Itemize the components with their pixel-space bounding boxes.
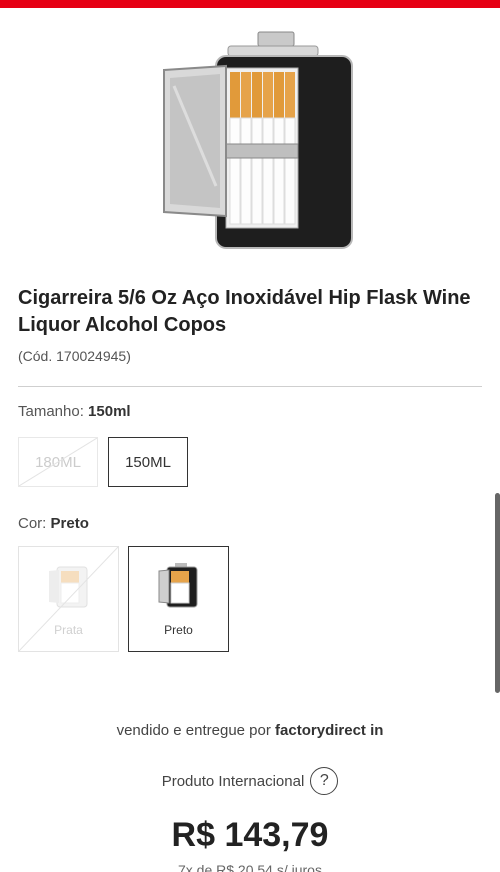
seller-prefix: vendido e entregue por — [116, 722, 271, 739]
installments-text: 7x de R$ 20,54 s/ juros — [178, 862, 322, 872]
product-price: R$ 143,79 — [171, 816, 329, 854]
size-label-text: Tamanho: — [18, 403, 84, 420]
help-icon[interactable]: ? — [310, 767, 339, 795]
color-option-label: Preto — [164, 623, 193, 637]
color-selected-value: Preto — [50, 515, 89, 532]
black-flask-thumbnail — [158, 563, 198, 608]
size-selected-value: 150ml — [88, 403, 131, 420]
size-option-label: 180ML — [35, 453, 81, 471]
size-option-label: 150ML — [125, 453, 171, 471]
product-code: (Cód. 170024945) — [18, 348, 131, 364]
top-accent-bar — [0, 0, 500, 8]
divider — [18, 386, 482, 387]
color-label: Cor: Preto — [18, 515, 89, 532]
scrollbar[interactable] — [495, 493, 500, 693]
silver-flask-thumbnail — [49, 566, 88, 608]
color-label-text: Cor: — [18, 515, 47, 532]
size-label: Tamanho: 150ml — [18, 403, 131, 420]
color-option-prata[interactable]: Prata — [18, 546, 119, 652]
seller-info: vendido e entregue por factorydirect in — [0, 722, 500, 739]
size-option-150ml[interactable]: 150ML — [108, 437, 188, 487]
color-option-preto[interactable]: Preto — [128, 546, 229, 652]
product-title: Cigarreira 5/6 Oz Aço Inoxidável Hip Fla… — [18, 287, 471, 336]
product-image[interactable] — [150, 26, 360, 256]
size-option-180ml[interactable]: 180ML — [18, 437, 98, 487]
color-option-label: Prata — [54, 623, 83, 637]
international-label: Produto Internacional — [161, 772, 305, 790]
international-product: Produto Internacional ? — [0, 767, 500, 795]
seller-name[interactable]: factorydirect in — [275, 722, 383, 739]
